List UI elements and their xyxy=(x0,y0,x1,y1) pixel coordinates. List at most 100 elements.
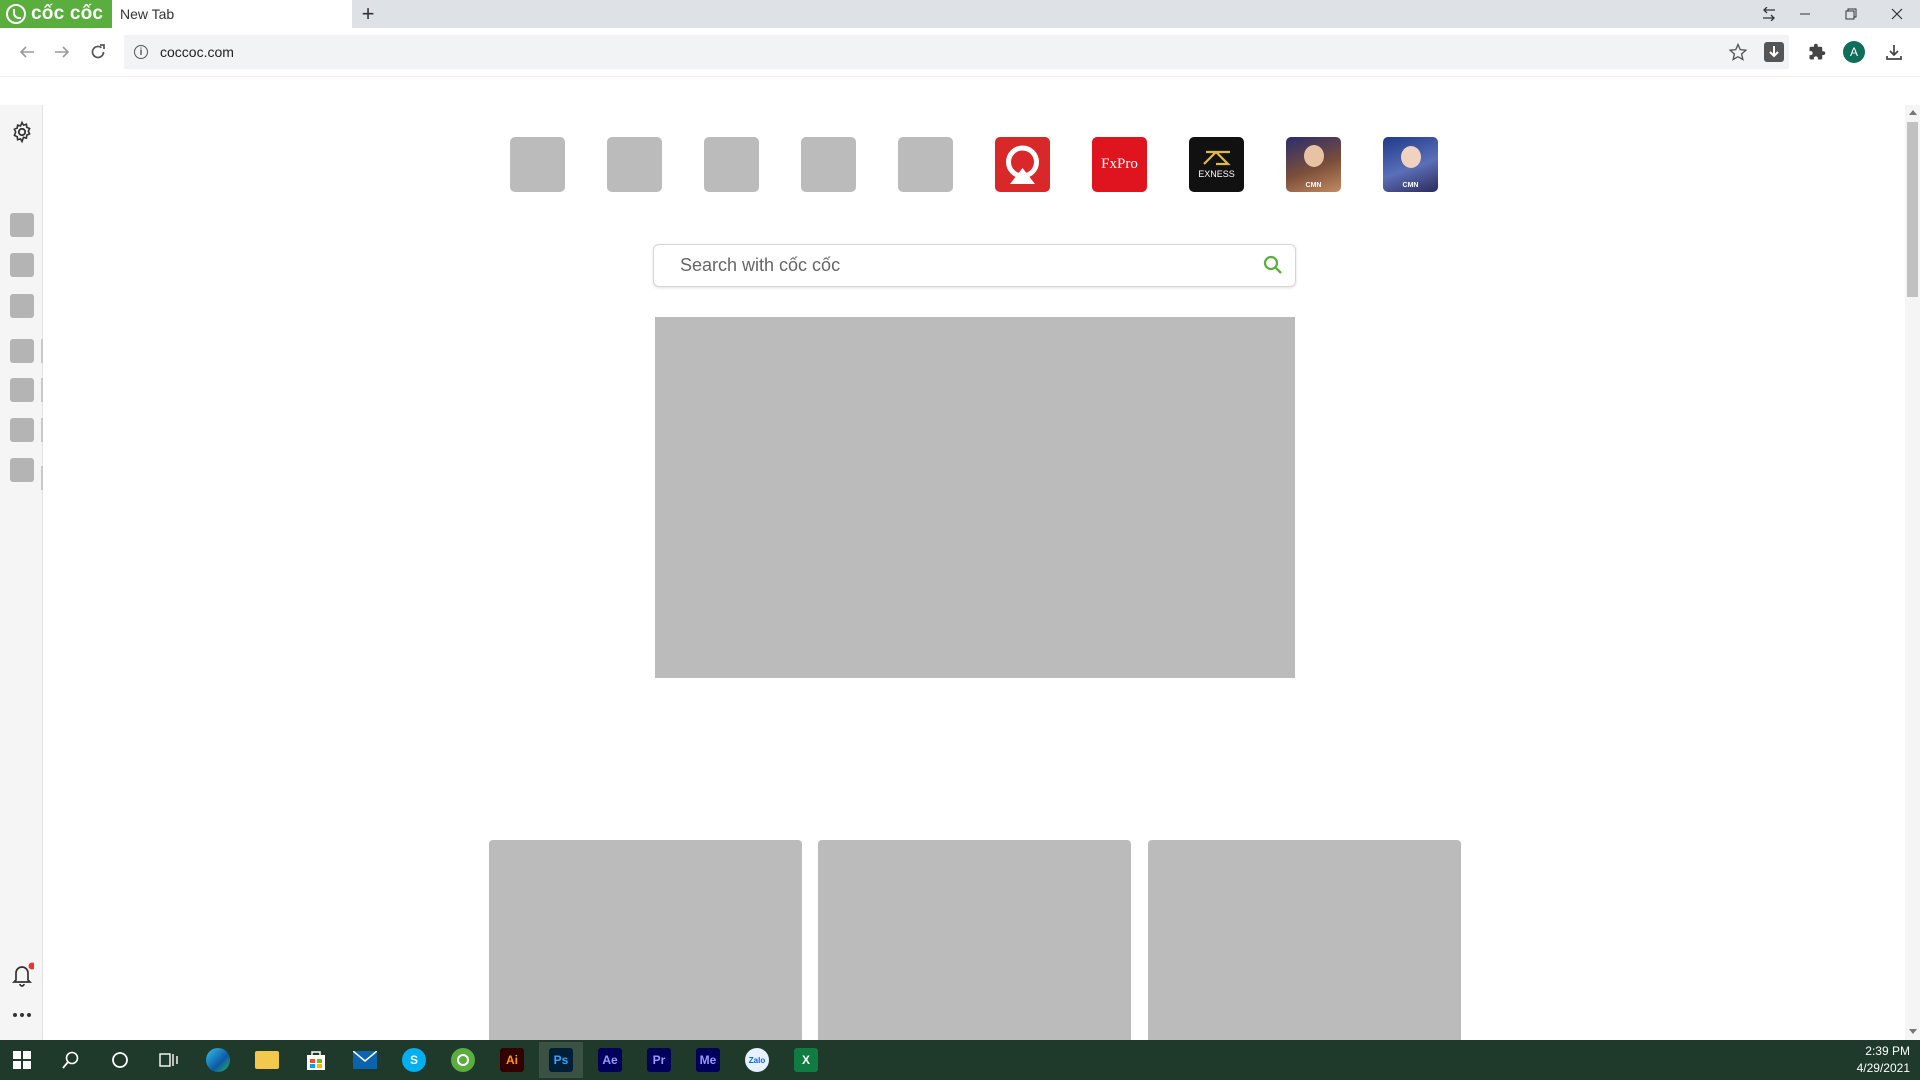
reload-button[interactable] xyxy=(83,38,113,66)
bookmark-star-icon[interactable] xyxy=(1724,38,1752,66)
left-sidebar xyxy=(0,105,43,1040)
downloads-icon[interactable] xyxy=(1880,38,1908,66)
sidebar-marker xyxy=(41,466,43,490)
taskbar-app-media-encoder[interactable]: Me xyxy=(686,1042,730,1078)
taskbar-app-photoshop[interactable]: Ps xyxy=(539,1042,583,1078)
sidebar-marker xyxy=(41,378,43,402)
excel-icon: X xyxy=(794,1048,818,1072)
taskbar-app-premiere[interactable]: Pr xyxy=(637,1042,681,1078)
exness-label: EXNESS xyxy=(1198,169,1235,179)
close-button[interactable] xyxy=(1874,0,1920,28)
brand-label: cốc cốc xyxy=(31,3,104,24)
game-2-label: CMN xyxy=(1402,182,1419,189)
news-card[interactable] xyxy=(818,840,1131,1040)
notifications-bell-icon[interactable] xyxy=(10,962,36,988)
taskbar-app-store[interactable] xyxy=(294,1042,338,1078)
sidebar-app-3[interactable] xyxy=(10,294,34,318)
windows-logo-icon xyxy=(13,1051,31,1069)
address-url: coccoc.com xyxy=(160,44,234,60)
coccoc-logo-tab[interactable]: cốc cốc xyxy=(0,0,112,28)
red-app-logo-icon xyxy=(1006,145,1039,184)
shortcut-game-2[interactable]: CMN xyxy=(1383,137,1438,192)
taskbar-app-file-explorer[interactable] xyxy=(245,1042,289,1078)
search-icon xyxy=(62,1051,79,1069)
taskbar-search-button[interactable] xyxy=(49,1042,93,1078)
site-info-icon[interactable]: i xyxy=(134,45,148,59)
system-clock[interactable]: 2:39 PM 4/29/2021 xyxy=(1840,1043,1910,1077)
sidebar-app-5[interactable] xyxy=(10,378,34,402)
shortcut-tile[interactable] xyxy=(704,137,759,192)
folder-icon xyxy=(255,1051,279,1069)
new-tab-button[interactable]: + xyxy=(352,0,384,28)
sidebar-marker xyxy=(41,418,43,442)
store-bag-icon xyxy=(307,1051,325,1070)
taskbar-app-zalo[interactable]: Zalo xyxy=(735,1042,779,1078)
back-button[interactable] xyxy=(12,38,42,66)
shortcut-tile[interactable] xyxy=(607,137,662,192)
news-card[interactable] xyxy=(489,840,802,1040)
edge-icon xyxy=(206,1048,230,1072)
tab-title: New Tab xyxy=(120,6,175,22)
hero-banner[interactable] xyxy=(655,317,1295,678)
scroll-down-arrow-icon[interactable] xyxy=(1907,1027,1918,1037)
taskbar-app-after-effects[interactable]: Ae xyxy=(588,1042,632,1078)
shortcut-red-app[interactable] xyxy=(995,137,1050,192)
minimize-button[interactable] xyxy=(1782,0,1828,28)
search-input[interactable] xyxy=(678,254,1242,277)
search-icon[interactable] xyxy=(1263,255,1283,275)
savior-download-icon[interactable] xyxy=(1760,38,1788,66)
exness-logo-icon xyxy=(1202,150,1231,166)
start-button[interactable] xyxy=(0,1042,44,1078)
cortana-button[interactable] xyxy=(98,1042,142,1078)
clock-date: 4/29/2021 xyxy=(1856,1061,1910,1075)
coccoc-icon xyxy=(451,1048,475,1072)
news-card[interactable] xyxy=(1148,840,1461,1040)
cortana-icon xyxy=(112,1052,128,1068)
game-character-icon xyxy=(1401,146,1421,168)
shortcut-exness[interactable]: EXNESS xyxy=(1189,137,1244,192)
game-character-icon xyxy=(1304,145,1324,167)
shortcut-game-1[interactable]: CMN xyxy=(1286,137,1341,192)
profile-avatar[interactable]: A xyxy=(1840,38,1868,66)
forward-button[interactable] xyxy=(47,38,77,66)
sidebar-app-1[interactable] xyxy=(10,213,34,237)
more-menu-icon[interactable] xyxy=(10,1006,34,1024)
clock-time: 2:39 PM xyxy=(1865,1044,1910,1058)
address-bar[interactable]: i coccoc.com xyxy=(124,35,1789,69)
search-box[interactable] xyxy=(653,244,1296,287)
media-encoder-icon: Me xyxy=(696,1048,720,1072)
sidebar-marker xyxy=(41,339,43,363)
shortcut-tile[interactable] xyxy=(898,137,953,192)
tab-new-tab[interactable]: New Tab xyxy=(112,0,352,28)
mail-icon xyxy=(353,1051,377,1069)
taskbar-app-coccoc[interactable] xyxy=(441,1042,485,1078)
taskbar-app-edge[interactable] xyxy=(196,1042,240,1078)
taskbar-app-excel[interactable]: X xyxy=(784,1042,828,1078)
zalo-icon: Zalo xyxy=(745,1048,769,1072)
sidebar-app-4[interactable] xyxy=(10,339,34,363)
settings-gear-icon[interactable] xyxy=(10,120,34,144)
sidebar-app-2[interactable] xyxy=(10,253,34,277)
photoshop-icon: Ps xyxy=(549,1048,573,1072)
restore-button[interactable] xyxy=(1828,0,1874,28)
task-view-icon xyxy=(159,1053,178,1067)
scrollbar-thumb[interactable] xyxy=(1907,122,1918,297)
sidebar-app-7[interactable] xyxy=(10,458,34,482)
coccoc-logo-icon xyxy=(6,4,26,24)
task-view-button[interactable] xyxy=(147,1042,191,1078)
taskbar-app-illustrator[interactable]: Ai xyxy=(490,1042,534,1078)
taskbar-app-skype[interactable]: S xyxy=(392,1042,436,1078)
fxpro-label: FxPro xyxy=(1101,156,1138,172)
skype-icon: S xyxy=(402,1048,426,1072)
premiere-icon: Pr xyxy=(647,1048,671,1072)
taskbar-app-mail[interactable] xyxy=(343,1042,387,1078)
after-effects-icon: Ae xyxy=(598,1048,622,1072)
scroll-up-arrow-icon[interactable] xyxy=(1907,107,1918,117)
illustrator-icon: Ai xyxy=(500,1048,524,1072)
shortcut-tile[interactable] xyxy=(510,137,565,192)
sidebar-app-6[interactable] xyxy=(10,418,34,442)
shortcut-fxpro[interactable]: FxPro xyxy=(1092,137,1147,192)
game-1-label: CMN xyxy=(1305,182,1322,189)
shortcut-tile[interactable] xyxy=(801,137,856,192)
extensions-icon[interactable] xyxy=(1803,38,1831,66)
